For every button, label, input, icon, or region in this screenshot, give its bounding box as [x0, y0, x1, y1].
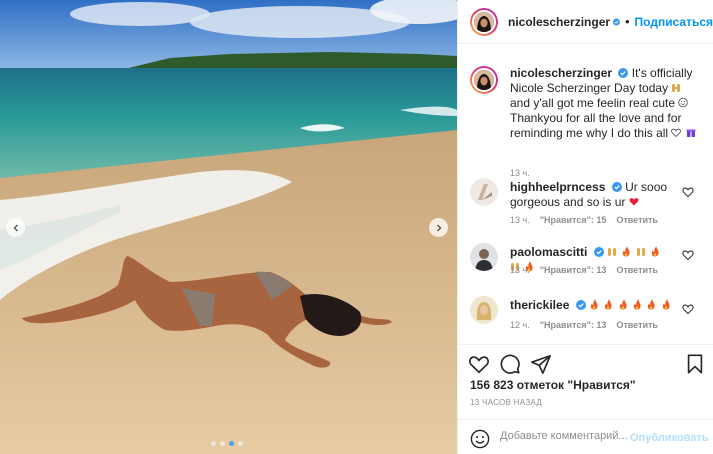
avatar-image — [470, 243, 498, 271]
avatar-image — [474, 11, 494, 32]
comment-reply-button[interactable]: Ответить — [616, 265, 658, 275]
author-avatar[interactable] — [470, 7, 498, 36]
comment-time: 12 ч. — [510, 320, 530, 330]
caption-author-avatar[interactable] — [470, 66, 498, 94]
raising-hands-emoji-icon — [636, 248, 645, 256]
comment-like-heart-icon[interactable] — [682, 249, 694, 261]
comments-list: nicolescherzinger It's officially Nicole… — [458, 44, 713, 344]
carousel-dot — [220, 441, 225, 446]
fire-emoji-icon — [605, 299, 612, 310]
comment-text: therickilee — [510, 298, 675, 313]
comment-likes[interactable]: "Нравится": 13 — [540, 320, 607, 330]
post-actions: 156 823 отметок "Нравится" 13 ЧАСОВ НАЗА… — [458, 344, 713, 454]
comment-meta: 13 ч. "Нравится": 15 Ответить — [510, 215, 658, 225]
chevron-right-icon — [436, 224, 441, 231]
fire-emoji-icon — [633, 299, 641, 310]
comment-time: 13 ч. — [510, 215, 530, 225]
avatar-image — [470, 296, 498, 324]
comment-like-heart-icon[interactable] — [682, 186, 694, 198]
carousel-next-button[interactable] — [429, 218, 448, 237]
raising-hands-emoji-icon — [608, 248, 617, 256]
commenter-avatar[interactable] — [470, 296, 498, 324]
verified-badge-icon — [593, 247, 604, 257]
commenter-username[interactable]: therickilee — [510, 298, 569, 312]
caption-text: nicolescherzinger It's officially Nicole… — [510, 66, 705, 141]
comment-likes[interactable]: "Нравится": 15 — [540, 215, 607, 225]
comment-reply-button[interactable]: Ответить — [616, 215, 658, 225]
carousel-dot — [238, 441, 243, 446]
paper-plane-icon[interactable] — [530, 353, 552, 375]
speech-bubble-icon[interactable] — [499, 353, 521, 375]
verified-badge-icon — [613, 18, 620, 25]
verified-badge-icon — [618, 68, 629, 78]
comment-time: 13 ч. — [510, 265, 530, 275]
header-separator: • — [624, 14, 630, 29]
verified-badge-icon — [611, 182, 622, 192]
heart-outline-icon[interactable] — [468, 353, 490, 375]
post-side-panel: nicolescherzinger • Подписаться nicolesc… — [457, 0, 713, 454]
raising-hands-emoji-icon — [672, 84, 681, 92]
chevron-left-icon — [13, 224, 18, 231]
author-username[interactable]: nicolescherzinger — [508, 15, 610, 29]
caption-time: 13 ч. — [510, 168, 530, 178]
fire-emoji-icon — [648, 299, 656, 310]
likes-count[interactable]: 156 823 отметок "Нравится" — [470, 378, 636, 392]
bookmark-icon[interactable] — [684, 353, 706, 375]
beach-photo-image — [0, 0, 457, 454]
comment-meta: 12 ч. "Нравится": 13 Ответить — [510, 320, 658, 330]
add-comment-bar: Опубликовать — [458, 419, 713, 454]
fire-emoji-icon — [623, 246, 630, 257]
comment-meta: 13 ч. "Нравится": 13 Ответить — [510, 265, 658, 275]
caption-body-2: and y'all got me feelin real cute — [510, 96, 679, 110]
verified-badge-icon — [575, 300, 586, 310]
carousel-dot — [211, 441, 216, 446]
comment-like-heart-icon[interactable] — [682, 303, 694, 315]
smiling-face-emoji-icon — [678, 97, 689, 108]
post-header: nicolescherzinger • Подписаться — [458, 0, 713, 44]
commenter-username[interactable]: highheelprncess — [510, 180, 605, 194]
avatar-image — [474, 70, 494, 90]
comment-text: highheelprncess Ur sooo gorgeous and so … — [510, 180, 675, 210]
comment-input[interactable] — [500, 430, 640, 442]
avatar-image — [470, 178, 498, 206]
carousel-indicator — [211, 441, 243, 446]
caption-body-3: Thankyou for all the love and for remind… — [510, 111, 682, 140]
post-timestamp: 13 ЧАСОВ НАЗАД — [470, 398, 543, 407]
purple-gift-emoji-icon — [686, 129, 696, 137]
follow-button[interactable]: Подписаться — [635, 15, 713, 29]
carousel-dot-active — [229, 441, 234, 446]
comment-reply-button[interactable]: Ответить — [616, 320, 658, 330]
caption-username[interactable]: nicolescherzinger — [510, 66, 612, 80]
fire-emoji-icon — [662, 299, 670, 310]
post-photo — [0, 0, 457, 454]
fire-emoji-icon — [590, 299, 598, 310]
commenter-avatar[interactable] — [470, 243, 498, 271]
fire-emoji-icon — [651, 246, 659, 257]
publish-button[interactable]: Опубликовать — [630, 432, 709, 444]
comment-likes[interactable]: "Нравится": 13 — [540, 265, 607, 275]
commenter-username[interactable]: paolomascitti — [510, 245, 587, 259]
commenter-avatar[interactable] — [470, 178, 498, 206]
carousel-prev-button[interactable] — [6, 218, 25, 237]
white-heart-emoji-icon — [671, 128, 682, 138]
smiley-icon[interactable] — [470, 429, 490, 449]
red-heart-emoji-icon — [629, 198, 639, 206]
fire-emoji-icon — [619, 299, 627, 310]
